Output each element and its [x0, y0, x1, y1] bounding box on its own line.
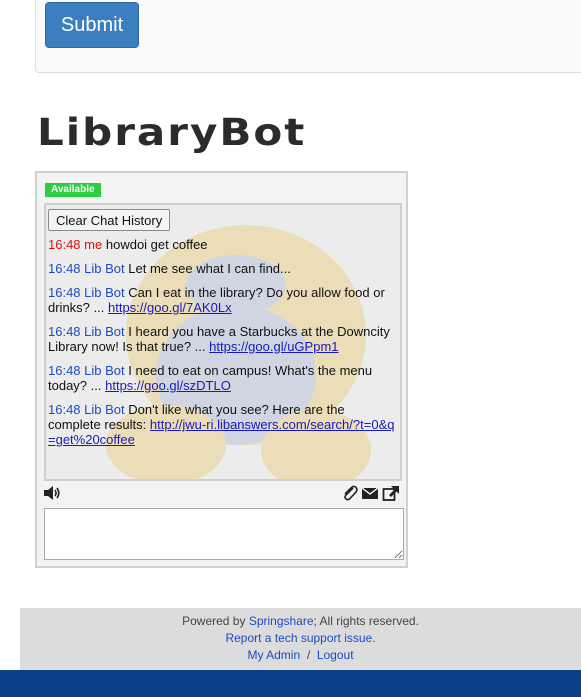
clear-chat-button[interactable]: Clear Chat History	[48, 209, 171, 231]
chat-message: 16:48 Lib Bot I need to eat on campus! W…	[48, 363, 400, 393]
bottom-bar	[0, 670, 581, 697]
report-line: Report a tech support issue.	[20, 631, 581, 645]
envelope-icon[interactable]	[361, 485, 379, 501]
chat-history[interactable]: Clear Chat History 16:48 me howdoi get c…	[44, 203, 402, 481]
message-time: 16:48	[48, 402, 81, 417]
message-sender: Lib Bot	[84, 324, 125, 339]
page-title: LibraryBot	[37, 110, 307, 155]
message-link[interactable]: https://goo.gl/7AK0Lx	[108, 300, 232, 315]
message-link[interactable]: https://goo.gl/uGPpm1	[209, 339, 338, 354]
my-admin-link[interactable]: My Admin	[247, 648, 300, 662]
powered-by-suffix: ; All rights reserved.	[313, 614, 419, 628]
external-link-icon[interactable]	[382, 485, 400, 501]
message-text: howdoi get coffee	[105, 237, 208, 252]
status-badge: Available	[45, 183, 101, 197]
speaker-icon[interactable]	[43, 485, 61, 501]
chat-message: 16:48 Lib Bot Can I eat in the library? …	[48, 285, 400, 315]
message-time: 16:48	[48, 285, 81, 300]
message-time: 16:48	[48, 237, 81, 252]
admin-line: My Admin / Logout	[20, 648, 581, 662]
chat-message: 16:48 Lib Bot Let me see what I can find…	[48, 261, 400, 276]
chat-message: 16:48 me howdoi get coffee	[48, 237, 400, 252]
powered-by-prefix: Powered by	[182, 614, 246, 628]
paperclip-icon[interactable]	[341, 485, 359, 501]
submit-button[interactable]: Submit	[45, 2, 139, 48]
message-list: 16:48 me howdoi get coffee 16:48 Lib Bot…	[48, 237, 400, 456]
powered-by-line: Powered by Springshare; All rights reser…	[20, 614, 581, 628]
chat-toolbar	[43, 485, 403, 503]
message-sender: Lib Bot	[84, 285, 125, 300]
message-sender: Lib Bot	[84, 402, 125, 417]
logout-link[interactable]: Logout	[317, 648, 354, 662]
chat-input[interactable]	[44, 508, 404, 560]
message-time: 16:48	[48, 363, 81, 378]
springshare-link[interactable]: Springshare	[249, 614, 314, 628]
message-sender: Lib Bot	[84, 261, 125, 276]
message-sender: me	[84, 237, 103, 252]
message-text: Let me see what I can find...	[128, 261, 291, 276]
message-time: 16:48	[48, 261, 81, 276]
message-time: 16:48	[48, 324, 81, 339]
message-sender: Lib Bot	[84, 363, 125, 378]
chat-message: 16:48 Lib Bot Don't like what you see? H…	[48, 402, 400, 447]
chat-message: 16:48 Lib Bot I heard you have a Starbuc…	[48, 324, 400, 354]
chat-widget: Available Clear Chat History 16:48 me ho…	[35, 171, 408, 568]
footer: Powered by Springshare; All rights reser…	[20, 608, 581, 670]
footer-separator: /	[306, 648, 311, 662]
report-issue-link[interactable]: Report a tech support issue.	[225, 631, 375, 645]
message-link[interactable]: https://goo.gl/szDTLO	[105, 378, 231, 393]
